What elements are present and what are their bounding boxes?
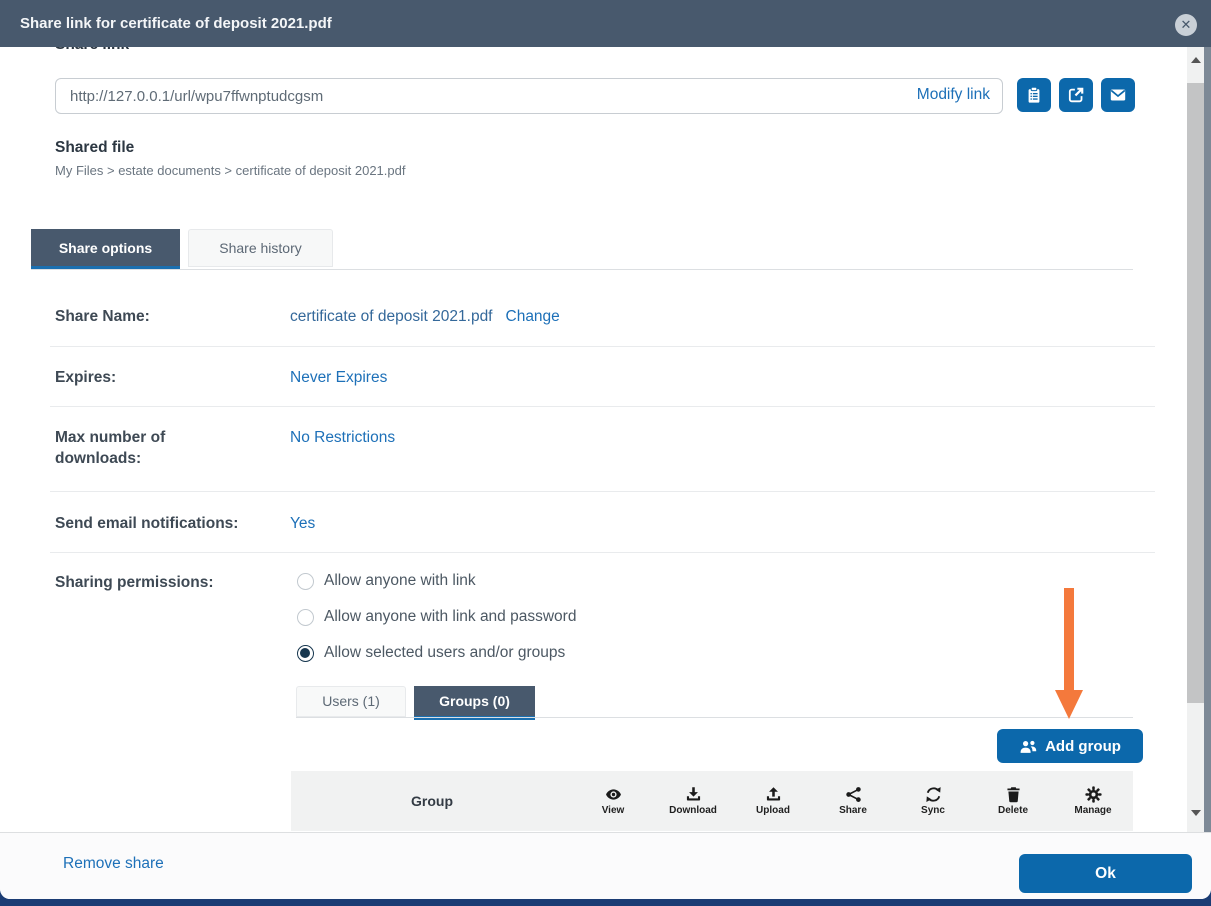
- column-view: View: [573, 771, 653, 831]
- radio-allow-anyone[interactable]: Allow anyone with link: [297, 572, 476, 590]
- email-notifications-label: Send email notifications:: [55, 513, 295, 534]
- remove-share-link[interactable]: Remove share: [63, 855, 164, 873]
- radio-selected-icon[interactable]: [297, 645, 314, 662]
- annotation-arrow: [1064, 588, 1074, 691]
- tab-divider-line: [31, 269, 1133, 270]
- row-separator: [50, 491, 1155, 492]
- email-envelope-icon: [1109, 86, 1127, 104]
- expires-value-link[interactable]: Never Expires: [290, 367, 387, 388]
- column-delete: Delete: [973, 771, 1053, 831]
- gear-icon: [1084, 786, 1103, 803]
- group-users-icon: [1019, 739, 1038, 754]
- radio-circle-icon[interactable]: [297, 573, 314, 590]
- tab-users[interactable]: Users (1): [296, 686, 406, 717]
- open-link-button[interactable]: [1059, 78, 1093, 112]
- column-download: Download: [653, 771, 733, 831]
- column-share: Share: [813, 771, 893, 831]
- scroll-up-arrow-icon[interactable]: [1191, 57, 1201, 63]
- column-sync: Sync: [893, 771, 973, 831]
- scroll-down-arrow-icon[interactable]: [1191, 810, 1201, 816]
- radio-label: Allow anyone with link: [324, 572, 476, 590]
- email-link-button[interactable]: [1101, 78, 1135, 112]
- group-permissions-table-header: Group View Download: [291, 771, 1133, 831]
- email-notifications-value-link[interactable]: Yes: [290, 513, 315, 534]
- copy-to-clipboard-icon: [1025, 86, 1043, 104]
- share-url-input[interactable]: [55, 78, 1003, 114]
- annotation-arrow-head: [1055, 690, 1083, 719]
- add-group-button[interactable]: Add group: [997, 729, 1143, 763]
- tab-groups[interactable]: Groups (0): [414, 686, 535, 717]
- open-in-new-window-icon: [1067, 86, 1085, 104]
- share-name-value-row: certificate of deposit 2021.pdf Change: [290, 306, 560, 327]
- radio-allow-anyone-password[interactable]: Allow anyone with link and password: [297, 608, 576, 626]
- radio-label: Allow anyone with link and password: [324, 608, 576, 626]
- modal-header: Share link for certificate of deposit 20…: [0, 0, 1211, 47]
- max-downloads-label: Max number of downloads:: [55, 427, 225, 469]
- download-icon: [684, 786, 703, 803]
- subtab-divider-line: [296, 717, 1133, 718]
- scrollbar-track: [1187, 47, 1204, 832]
- modify-link-button[interactable]: Modify link: [917, 86, 990, 104]
- tab-share-options[interactable]: Share options: [31, 229, 180, 267]
- row-separator: [50, 406, 1155, 407]
- share-name-label: Share Name:: [55, 306, 265, 327]
- copy-link-button[interactable]: [1017, 78, 1051, 112]
- close-icon[interactable]: ✕: [1175, 14, 1197, 36]
- breadcrumb: My Files > estate documents > certificat…: [55, 163, 405, 178]
- share-dialog-page: Share link Modify link: [0, 0, 1211, 906]
- radio-circle-icon[interactable]: [297, 609, 314, 626]
- share-nodes-icon: [844, 786, 863, 803]
- share-name-value: certificate of deposit 2021.pdf: [290, 308, 493, 325]
- modal-footer: Remove share Ok: [0, 832, 1211, 899]
- expires-label: Expires:: [55, 367, 265, 388]
- column-group: Group: [291, 771, 573, 831]
- row-separator: [50, 552, 1155, 553]
- shared-file-heading: Shared file: [55, 139, 134, 157]
- modal-title: Share link for certificate of deposit 20…: [20, 0, 332, 47]
- sync-icon: [924, 786, 943, 803]
- column-upload: Upload: [733, 771, 813, 831]
- add-group-label: Add group: [1045, 738, 1121, 755]
- share-url-field-wrap: Modify link: [55, 78, 1003, 114]
- change-share-name-link[interactable]: Change: [506, 308, 560, 325]
- ok-button[interactable]: Ok: [1019, 854, 1192, 893]
- row-separator: [50, 346, 1155, 347]
- column-manage: Manage: [1053, 771, 1133, 831]
- view-eye-icon: [604, 786, 623, 803]
- radio-allow-selected-users-groups[interactable]: Allow selected users and/or groups: [297, 644, 565, 662]
- trash-icon: [1004, 786, 1023, 803]
- window-edge-strip: [1204, 47, 1211, 832]
- sharing-permissions-label: Sharing permissions:: [55, 572, 265, 593]
- tab-share-history[interactable]: Share history: [188, 229, 333, 267]
- max-downloads-value-link[interactable]: No Restrictions: [290, 427, 395, 448]
- upload-icon: [764, 786, 783, 803]
- share-link-modal: Share link Modify link: [0, 0, 1211, 899]
- scrollbar-thumb[interactable]: [1187, 83, 1204, 703]
- radio-label: Allow selected users and/or groups: [324, 644, 565, 662]
